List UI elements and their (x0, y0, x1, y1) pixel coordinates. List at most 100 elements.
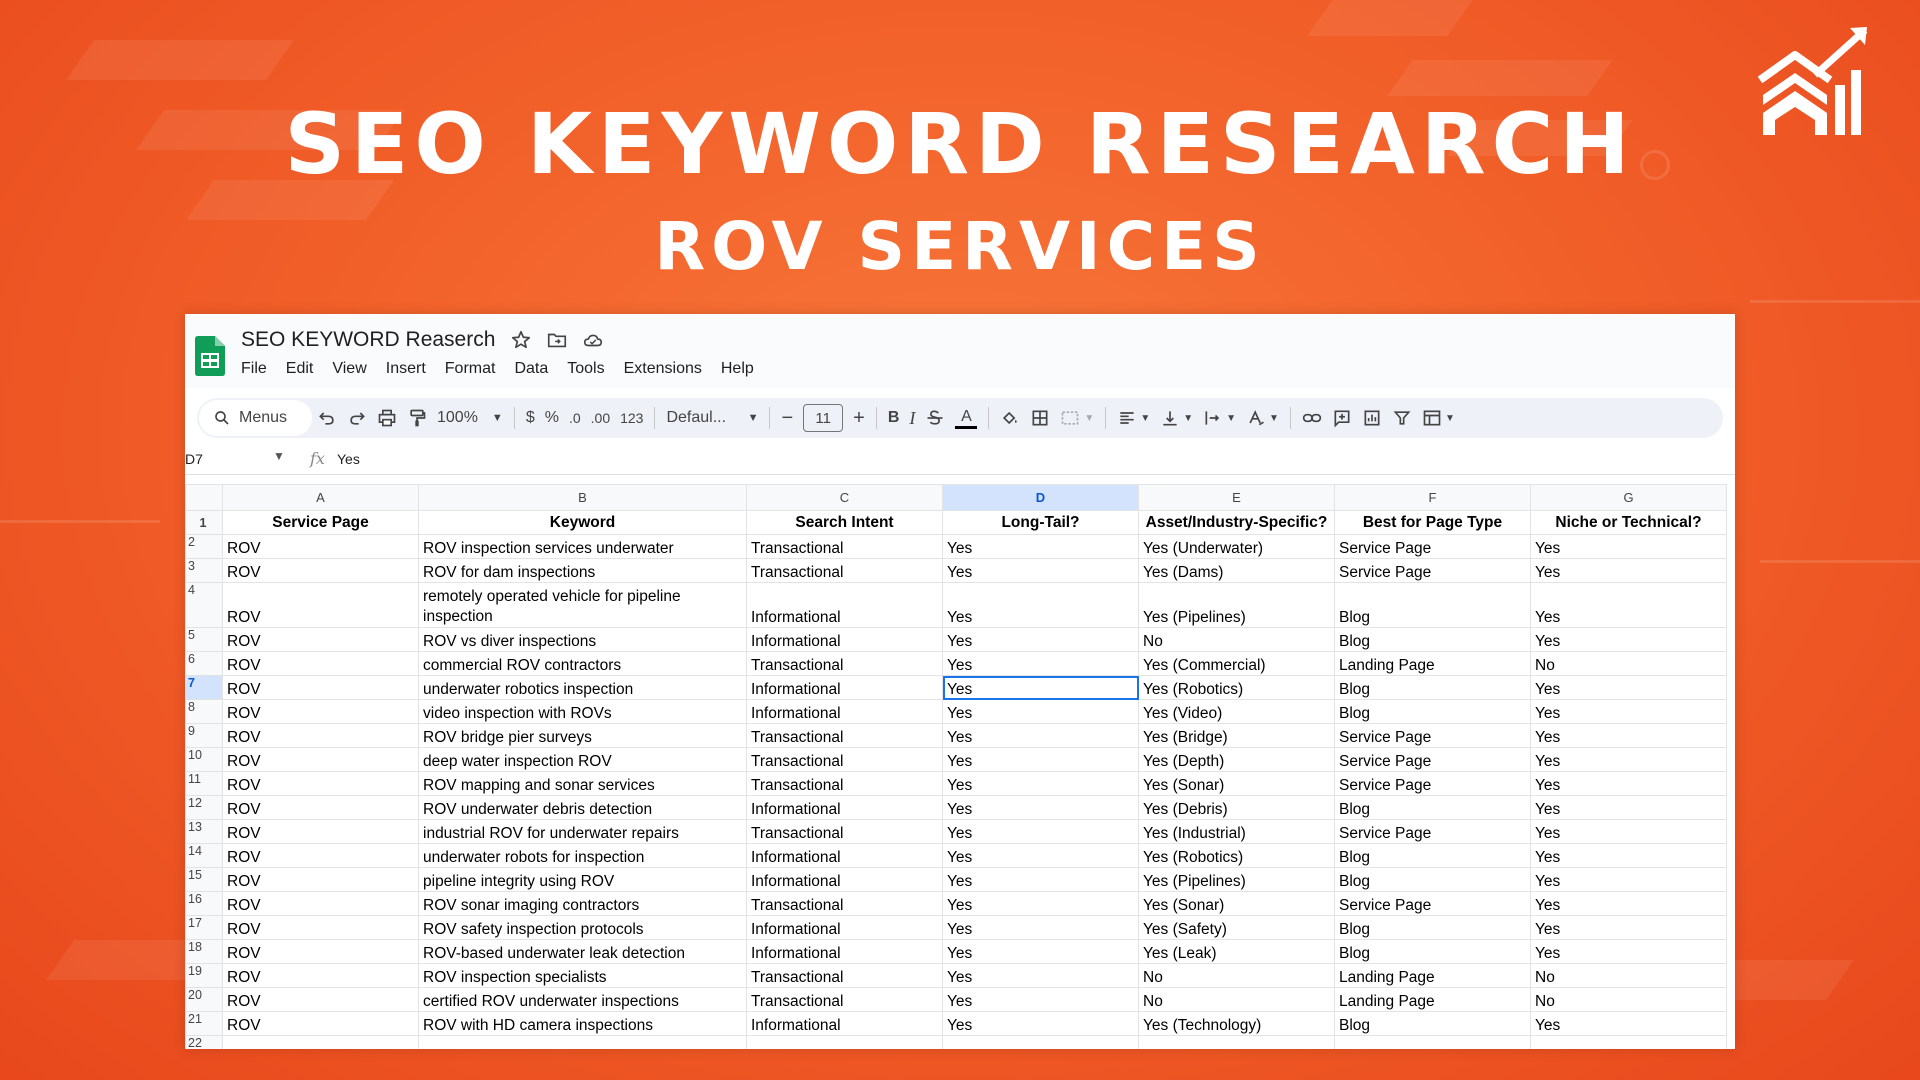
cell[interactable]: Informational (746, 867, 943, 892)
cell[interactable]: Yes (Underwater) (1138, 534, 1335, 559)
cell[interactable]: Yes (942, 891, 1139, 916)
column-header-f[interactable]: F (1334, 484, 1531, 511)
cell[interactable]: Transactional (746, 651, 943, 676)
cell[interactable] (942, 1035, 1139, 1049)
cell[interactable]: Yes (Commercial) (1138, 651, 1335, 676)
merge-cells-button[interactable]: ▼ (1060, 402, 1094, 434)
row-header[interactable]: 20 (185, 987, 223, 1012)
row-header[interactable]: 9 (185, 723, 223, 748)
cell[interactable]: ROV (222, 747, 419, 772)
cell[interactable]: ROV vs diver inspections (418, 627, 747, 652)
cell[interactable]: Landing Page (1334, 963, 1531, 988)
cell[interactable]: Yes (Safety) (1138, 915, 1335, 940)
row-header[interactable]: 18 (185, 939, 223, 964)
row-header[interactable]: 11 (185, 771, 223, 796)
cell[interactable]: Blog (1334, 867, 1531, 892)
row-header[interactable]: 22 (185, 1035, 223, 1049)
cell[interactable]: Yes (1530, 915, 1727, 940)
cell[interactable]: video inspection with ROVs (418, 699, 747, 724)
cell[interactable]: Blog (1334, 843, 1531, 868)
cell[interactable]: industrial ROV for underwater repairs (418, 819, 747, 844)
menu-insert[interactable]: Insert (386, 360, 426, 378)
filter-views-button[interactable]: ▼ (1422, 402, 1455, 434)
cell[interactable]: Yes (942, 987, 1139, 1012)
cell[interactable]: ROV (222, 627, 419, 652)
cell[interactable]: Yes (1530, 627, 1727, 652)
cell[interactable]: Yes (942, 915, 1139, 940)
cell[interactable]: Service Page (1334, 747, 1531, 772)
row-header[interactable]: 16 (185, 891, 223, 916)
cell[interactable]: Blog (1334, 675, 1531, 700)
cell[interactable]: Transactional (746, 723, 943, 748)
cell[interactable]: Yes (Robotics) (1138, 675, 1335, 700)
cell[interactable]: Yes (1530, 1011, 1727, 1036)
decrease-font-size-button[interactable]: − (781, 402, 793, 434)
column-title-cell[interactable]: Search Intent (746, 510, 943, 535)
cell[interactable]: Yes (Robotics) (1138, 843, 1335, 868)
cell[interactable]: Transactional (746, 819, 943, 844)
column-title-cell[interactable]: Niche or Technical? (1530, 510, 1727, 535)
menu-format[interactable]: Format (445, 360, 496, 378)
cell[interactable]: Yes (1530, 843, 1727, 868)
cell[interactable]: Yes (1530, 867, 1727, 892)
cell[interactable]: Informational (746, 627, 943, 652)
active-cell[interactable]: Yes (942, 675, 1139, 700)
cell[interactable]: underwater robots for inspection (418, 843, 747, 868)
cell[interactable]: ROV mapping and sonar services (418, 771, 747, 796)
cell[interactable]: Yes (942, 651, 1139, 676)
select-all-corner[interactable] (185, 484, 223, 511)
cell[interactable]: ROV (222, 771, 419, 796)
menu-tools[interactable]: Tools (567, 360, 604, 378)
cell[interactable]: Yes (Pipelines) (1138, 867, 1335, 892)
paint-format-button[interactable] (407, 402, 427, 434)
cell[interactable]: ROV (222, 651, 419, 676)
cell[interactable]: Transactional (746, 963, 943, 988)
column-title-cell[interactable]: Asset/Industry-Specific? (1138, 510, 1335, 535)
cell[interactable]: ROV (222, 1011, 419, 1036)
cell[interactable]: Yes (Sonar) (1138, 891, 1335, 916)
cell[interactable]: ROV (222, 699, 419, 724)
cell[interactable]: Blog (1334, 699, 1531, 724)
strikethrough-button[interactable] (925, 402, 945, 434)
cell[interactable]: Yes (942, 723, 1139, 748)
decrease-decimal-button[interactable]: .0 (569, 402, 581, 434)
cell[interactable]: No (1530, 963, 1727, 988)
cell[interactable]: Yes (1530, 747, 1727, 772)
cell[interactable]: Transactional (746, 771, 943, 796)
cell[interactable]: Transactional (746, 747, 943, 772)
cell[interactable]: Yes (Debris) (1138, 795, 1335, 820)
cell[interactable]: ROV (222, 915, 419, 940)
redo-button[interactable] (347, 402, 367, 434)
cell[interactable]: Blog (1334, 627, 1531, 652)
column-title-cell[interactable]: Keyword (418, 510, 747, 535)
cell[interactable]: Blog (1334, 915, 1531, 940)
name-box[interactable]: D7 (185, 451, 203, 467)
cell[interactable]: Blog (1334, 1011, 1531, 1036)
number-format-button[interactable]: 123 (620, 402, 643, 434)
cell[interactable]: ROV-based underwater leak detection (418, 939, 747, 964)
cell[interactable]: ROV (222, 723, 419, 748)
cell[interactable]: Yes (942, 843, 1139, 868)
menu-help[interactable]: Help (721, 360, 754, 378)
cell[interactable]: ROV (222, 582, 419, 628)
cell[interactable]: Service Page (1334, 534, 1531, 559)
cell[interactable]: Yes (1530, 891, 1727, 916)
row-header[interactable]: 13 (185, 819, 223, 844)
cell[interactable]: Yes (1530, 771, 1727, 796)
cell[interactable]: Yes (1530, 675, 1727, 700)
cell[interactable]: Yes (Sonar) (1138, 771, 1335, 796)
font-select[interactable]: Defaul... ▼ (666, 402, 758, 434)
cell[interactable]: Transactional (746, 891, 943, 916)
cell[interactable]: Yes (942, 582, 1139, 628)
document-title[interactable]: SEO KEYWORD Reaserch (241, 328, 495, 352)
star-icon[interactable] (510, 329, 532, 351)
cell[interactable]: ROV (222, 891, 419, 916)
cell[interactable]: Yes (1530, 534, 1727, 559)
cell[interactable]: Informational (746, 915, 943, 940)
cell[interactable]: Informational (746, 699, 943, 724)
cell[interactable]: ROV (222, 795, 419, 820)
column-title-cell[interactable]: Long-Tail? (942, 510, 1139, 535)
cell[interactable]: ROV bridge pier surveys (418, 723, 747, 748)
cell[interactable]: certified ROV underwater inspections (418, 987, 747, 1012)
search-menus-button[interactable]: Menus (199, 400, 312, 436)
